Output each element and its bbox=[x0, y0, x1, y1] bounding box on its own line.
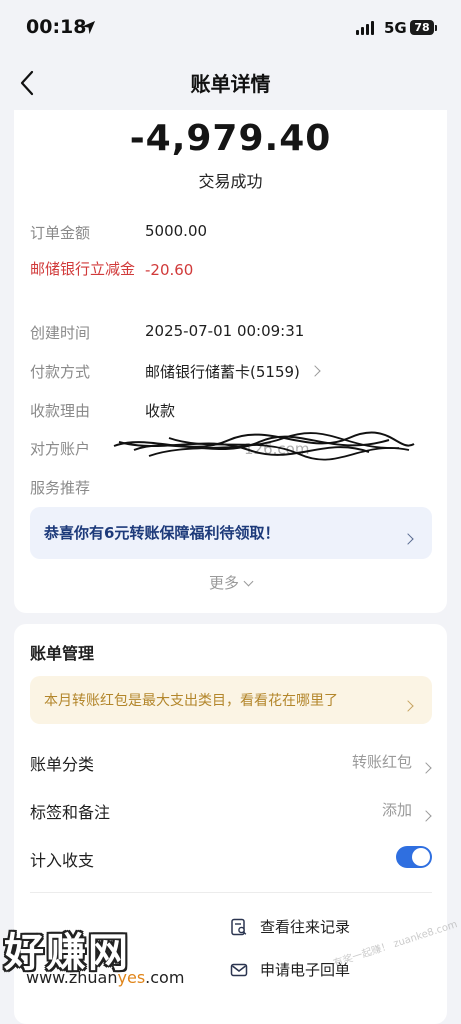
page-title: 账单详情 bbox=[190, 72, 271, 96]
transaction-detail-card: -4,979.40 交易成功 订单金额 5000.00 邮储银行立减金 -20.… bbox=[14, 110, 447, 613]
discount-label: 邮储银行立减金 bbox=[30, 260, 136, 278]
payment-method-label: 付款方式 bbox=[30, 363, 91, 381]
battery-tip bbox=[435, 25, 437, 31]
mail-icon bbox=[230, 963, 248, 977]
tags-notes-value: 添加 bbox=[381, 801, 412, 819]
tags-notes-row[interactable]: 标签和备注 添加 bbox=[30, 790, 432, 830]
bill-category-label: 账单分类 bbox=[30, 755, 95, 774]
network-label: 5G bbox=[384, 19, 407, 37]
include-in-stats-row: 计入收支 bbox=[30, 838, 432, 878]
order-amount-value: 5000.00 bbox=[145, 222, 208, 240]
order-amount-label: 订单金额 bbox=[30, 224, 91, 242]
more-label: 更多 bbox=[208, 574, 239, 592]
chevron-right-icon bbox=[420, 757, 432, 776]
bill-category-row[interactable]: 账单分类 转账红包 bbox=[30, 742, 432, 782]
chevron-right-icon bbox=[309, 365, 321, 377]
location-arrow-icon bbox=[81, 20, 96, 35]
service-recommendation-label: 服务推荐 bbox=[30, 479, 91, 497]
more-button[interactable]: 更多 bbox=[14, 572, 447, 593]
payment-reason-value: 收款 bbox=[145, 402, 176, 420]
redaction-scribble bbox=[113, 431, 415, 461]
divider bbox=[30, 892, 432, 893]
bill-category-value: 转账红包 bbox=[351, 753, 412, 771]
chevron-right-icon bbox=[402, 695, 414, 714]
created-time-value: 2025-07-01 00:09:31 bbox=[145, 322, 305, 340]
tags-notes-label: 标签和备注 bbox=[30, 803, 111, 822]
spending-insight-banner[interactable]: 本月转账红包是最大支出类目，看看花在哪里了 bbox=[30, 676, 432, 724]
chevron-right-icon bbox=[420, 805, 432, 824]
transfer-benefit-banner[interactable]: 恭喜你有6元转账保障福利待领取！ bbox=[30, 507, 432, 559]
view-history-label: 查看往来记录 bbox=[260, 918, 351, 936]
battery-icon: 78 bbox=[410, 20, 434, 35]
watermark-url-prefix: www.zhuan bbox=[26, 968, 118, 987]
nav-bar: 账单详情 bbox=[0, 60, 461, 104]
payment-method-value: 邮储银行储蓄卡(5159) bbox=[145, 363, 300, 381]
chevron-right-icon bbox=[402, 528, 414, 547]
chevron-down-icon bbox=[243, 576, 254, 587]
status-time: 00:18 bbox=[26, 16, 87, 38]
transfer-benefit-text: 恭喜你有6元转账保障福利待领取！ bbox=[44, 524, 280, 542]
toggle-knob bbox=[412, 848, 430, 866]
bill-management-title: 账单管理 bbox=[30, 644, 95, 663]
discount-value: -20.60 bbox=[145, 261, 194, 279]
payment-reason-label: 收款理由 bbox=[30, 402, 91, 420]
counterparty-label: 对方账户 bbox=[30, 440, 91, 458]
include-in-stats-label: 计入收支 bbox=[30, 851, 95, 870]
transaction-status: 交易成功 bbox=[198, 172, 263, 191]
watermark-url-suffix: .com bbox=[145, 968, 185, 987]
watermark-url-accent: yes bbox=[117, 968, 146, 987]
created-time-label: 创建时间 bbox=[30, 324, 91, 342]
status-bar: 00:18 5G 78 bbox=[0, 0, 461, 60]
spending-insight-text: 本月转账红包是最大支出类目，看看花在哪里了 bbox=[44, 693, 338, 709]
signal-icon bbox=[356, 21, 378, 35]
payment-method-link[interactable]: 邮储银行储蓄卡(5159) bbox=[145, 361, 321, 382]
include-in-stats-toggle[interactable] bbox=[396, 846, 432, 868]
document-search-icon bbox=[231, 918, 247, 936]
watermark-url: www.zhuanyes.com bbox=[26, 968, 184, 987]
transaction-amount: -4,979.40 bbox=[129, 118, 332, 159]
